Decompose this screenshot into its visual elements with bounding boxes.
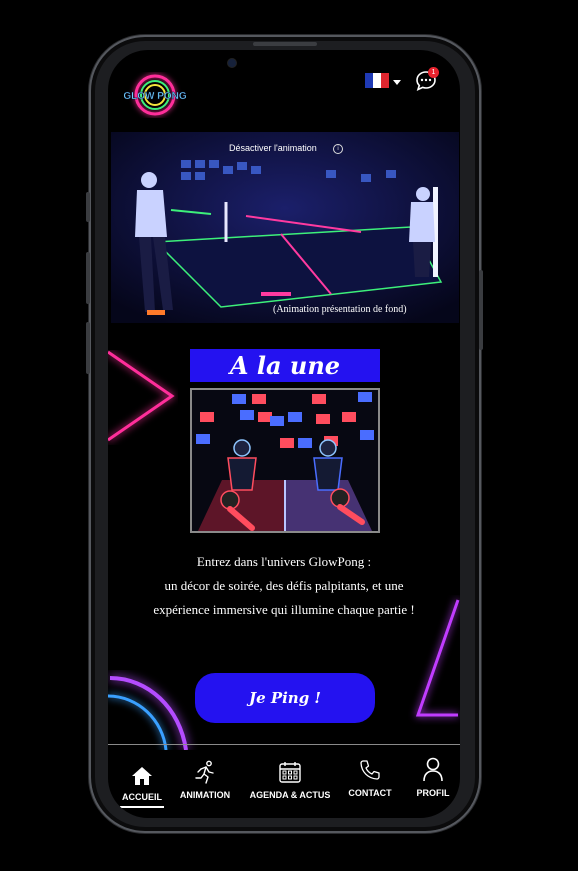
phone-side-button	[86, 192, 90, 222]
phone-side-button	[479, 270, 483, 350]
nav-label: CONTACT	[348, 788, 392, 798]
nav-item-agenda[interactable]: AGENDA & ACTUS	[248, 760, 332, 800]
notification-badge: 1	[428, 67, 439, 78]
running-icon	[195, 760, 214, 784]
hero-animation: Désactiver l'animation i (Animation prés…	[111, 132, 459, 323]
disable-animation-toggle[interactable]: Désactiver l'animation	[229, 143, 317, 153]
nav-item-animation[interactable]: ANIMATION	[178, 760, 232, 800]
info-icon[interactable]: i	[333, 144, 343, 154]
nav-label: ACCUEIL	[122, 792, 162, 802]
chevron-down-icon[interactable]	[393, 80, 401, 85]
phone-side-button	[86, 322, 90, 374]
je-ping-button[interactable]: Je Ping !	[195, 673, 375, 723]
glowpong-logo[interactable]: GLOW PONG	[123, 72, 187, 118]
nav-label: AGENDA & ACTUS	[249, 790, 331, 800]
nav-label: ANIMATION	[179, 790, 231, 800]
neon-planet-arc	[108, 676, 188, 750]
user-icon	[423, 757, 443, 782]
nav-divider	[108, 744, 460, 745]
svg-text:GLOW PONG: GLOW PONG	[124, 91, 186, 102]
nav-label: PROFIL	[416, 788, 450, 798]
neon-triangle-left	[108, 350, 175, 442]
active-tab-indicator	[120, 806, 164, 808]
home-icon	[132, 767, 152, 785]
intro-text: Entrez dans l'univers GlowPong : un déco…	[108, 550, 460, 622]
nav-item-contact[interactable]: CONTACT	[344, 758, 396, 798]
intro-line: Entrez dans l'univers GlowPong :	[196, 554, 372, 569]
hero-caption: (Animation présentation de fond)	[273, 304, 407, 315]
phone-side-button	[86, 252, 90, 304]
intro-line: un décor de soirée, des défis palpitants…	[164, 578, 404, 593]
bottom-navigation: ACCUEIL ANIMATION AGENDA & ACTUS CONTACT…	[108, 750, 460, 818]
front-camera	[227, 58, 237, 68]
nav-item-accueil[interactable]: ACCUEIL	[116, 766, 168, 802]
featured-image[interactable]	[190, 388, 380, 533]
phone-icon	[360, 760, 380, 780]
intro-line: expérience immersive qui illumine chaque…	[153, 602, 415, 617]
language-flag[interactable]	[365, 73, 389, 88]
nav-item-profil[interactable]: PROFIL	[408, 756, 458, 798]
phone-speaker	[253, 42, 317, 46]
featured-title: A la une	[190, 349, 380, 382]
app-screen: GLOW PONG 1 Désactiver l'animation i (An…	[108, 50, 460, 818]
calendar-icon	[279, 762, 301, 783]
